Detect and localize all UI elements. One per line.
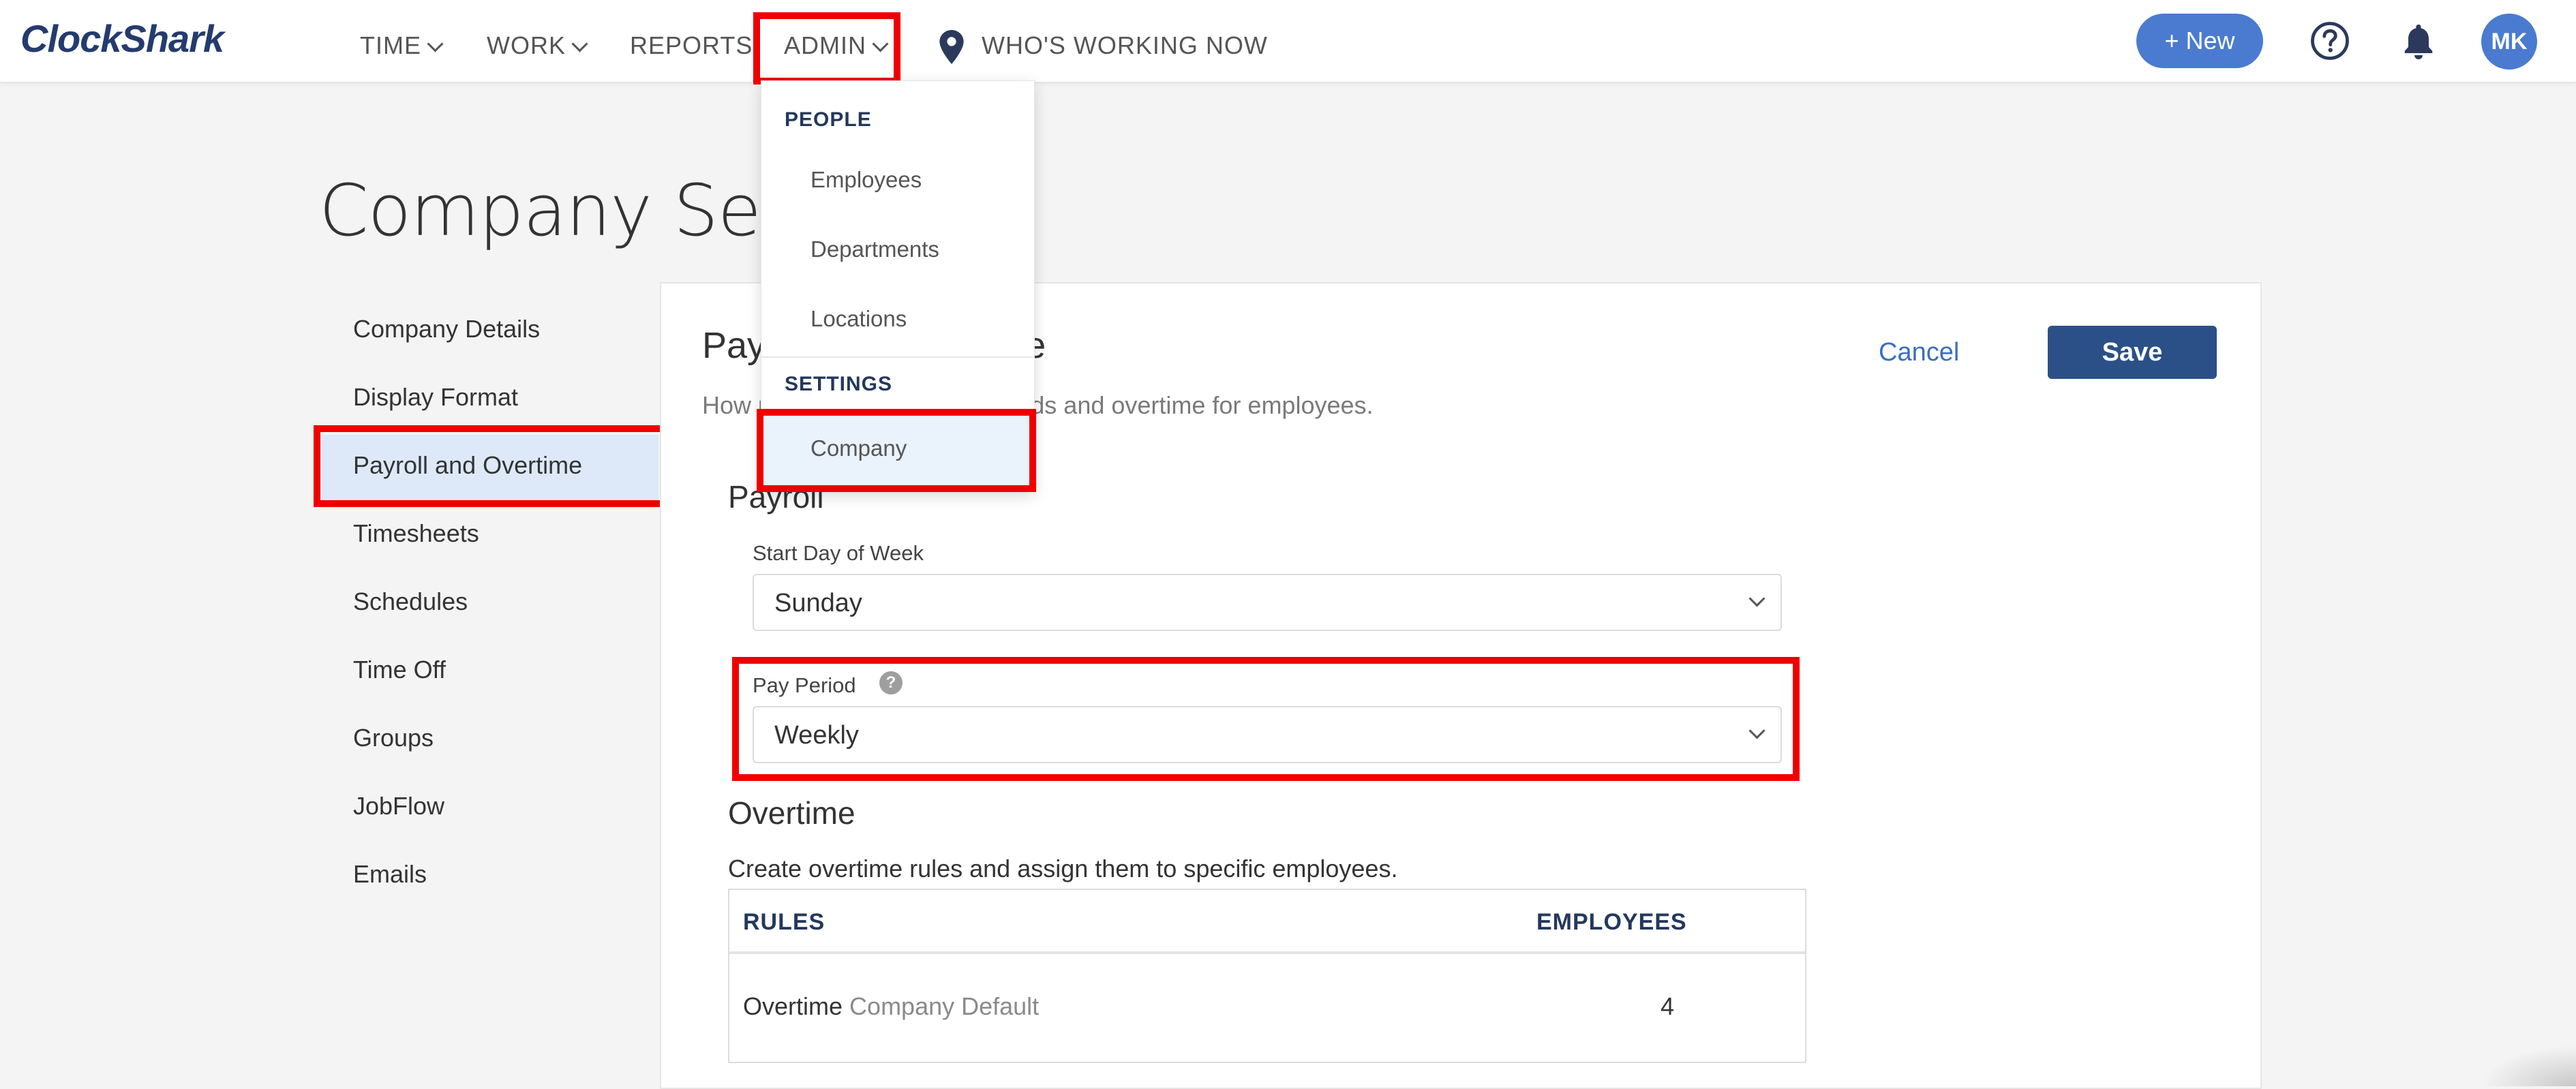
payroll-sidebar-highlight-box	[314, 425, 667, 507]
start-day-value: Sunday	[774, 589, 862, 617]
pay-period-highlight-box	[732, 657, 1800, 781]
table-row[interactable]: Overtime Company Default	[743, 992, 1039, 1021]
menu-section-settings: SETTINGS	[785, 373, 893, 395]
sidebar-item-display-format[interactable]: Display Format	[353, 383, 518, 412]
sidebar-item-groups[interactable]: Groups	[353, 724, 434, 752]
menu-item-employees[interactable]: Employees	[810, 167, 922, 193]
nav-time[interactable]: TIME	[360, 31, 444, 60]
nav-work-label: WORK	[487, 31, 566, 59]
sidebar-item-time-off[interactable]: Time Off	[353, 656, 446, 684]
question-circle-icon[interactable]	[2309, 20, 2350, 61]
map-pin-icon	[939, 30, 964, 64]
chevron-down-icon	[571, 35, 588, 52]
rule-employee-count: 4	[1661, 992, 1675, 1020]
save-button[interactable]: Save	[2048, 326, 2217, 379]
nav-whos-working-label: WHO'S WORKING NOW	[982, 31, 1268, 59]
nav-whos-working-now[interactable]: WHO'S WORKING NOW	[982, 31, 1268, 60]
nav-reports-label: REPORTS	[630, 31, 753, 59]
chevron-down-icon	[1748, 590, 1766, 607]
new-button[interactable]: + New	[2136, 14, 2263, 68]
rules-column-header: RULES	[743, 909, 825, 935]
corner-shadow	[2481, 1045, 2576, 1086]
nav-work[interactable]: WORK	[487, 31, 588, 60]
start-day-label: Start Day of Week	[753, 541, 924, 565]
menu-item-locations[interactable]: Locations	[810, 306, 907, 332]
cancel-button[interactable]: Cancel	[1879, 338, 1959, 367]
rule-name: Overtime	[743, 992, 843, 1020]
table-header-divider	[729, 951, 1805, 954]
overtime-rules-table: RULES EMPLOYEES Overtime Company Default…	[728, 889, 1806, 1063]
nav-reports[interactable]: REPORTS	[630, 31, 753, 60]
nav-time-label: TIME	[360, 31, 421, 59]
sidebar-item-company-details[interactable]: Company Details	[353, 315, 540, 343]
rule-tag: Company Default	[849, 992, 1040, 1020]
sidebar-item-timesheets[interactable]: Timesheets	[353, 519, 479, 548]
clockshark-logo[interactable]: ClockShark	[20, 16, 224, 61]
sidebar-item-schedules[interactable]: Schedules	[353, 587, 468, 616]
company-menu-highlight-box	[757, 409, 1036, 492]
overtime-description: Create overtime rules and assign them to…	[728, 855, 1398, 883]
start-day-select[interactable]: Sunday	[753, 574, 1782, 631]
overtime-title: Overtime	[728, 795, 855, 831]
top-navigation-bar: ClockShark TIME WORK REPORTS ADMIN WHO'S…	[0, 0, 2576, 83]
employees-column-header: EMPLOYEES	[1536, 909, 1687, 935]
sidebar-item-emails[interactable]: Emails	[353, 860, 427, 889]
bell-icon[interactable]	[2398, 20, 2439, 61]
chevron-down-icon	[427, 35, 444, 52]
menu-divider	[761, 356, 1034, 358]
menu-item-departments[interactable]: Departments	[810, 236, 939, 262]
sidebar-item-jobflow[interactable]: JobFlow	[353, 792, 444, 820]
settings-sidebar: Company Details Display Format Payroll a…	[319, 282, 661, 1086]
menu-section-people: PEOPLE	[785, 108, 872, 131]
user-avatar[interactable]: MK	[2481, 14, 2537, 70]
admin-highlight-box	[753, 12, 900, 85]
